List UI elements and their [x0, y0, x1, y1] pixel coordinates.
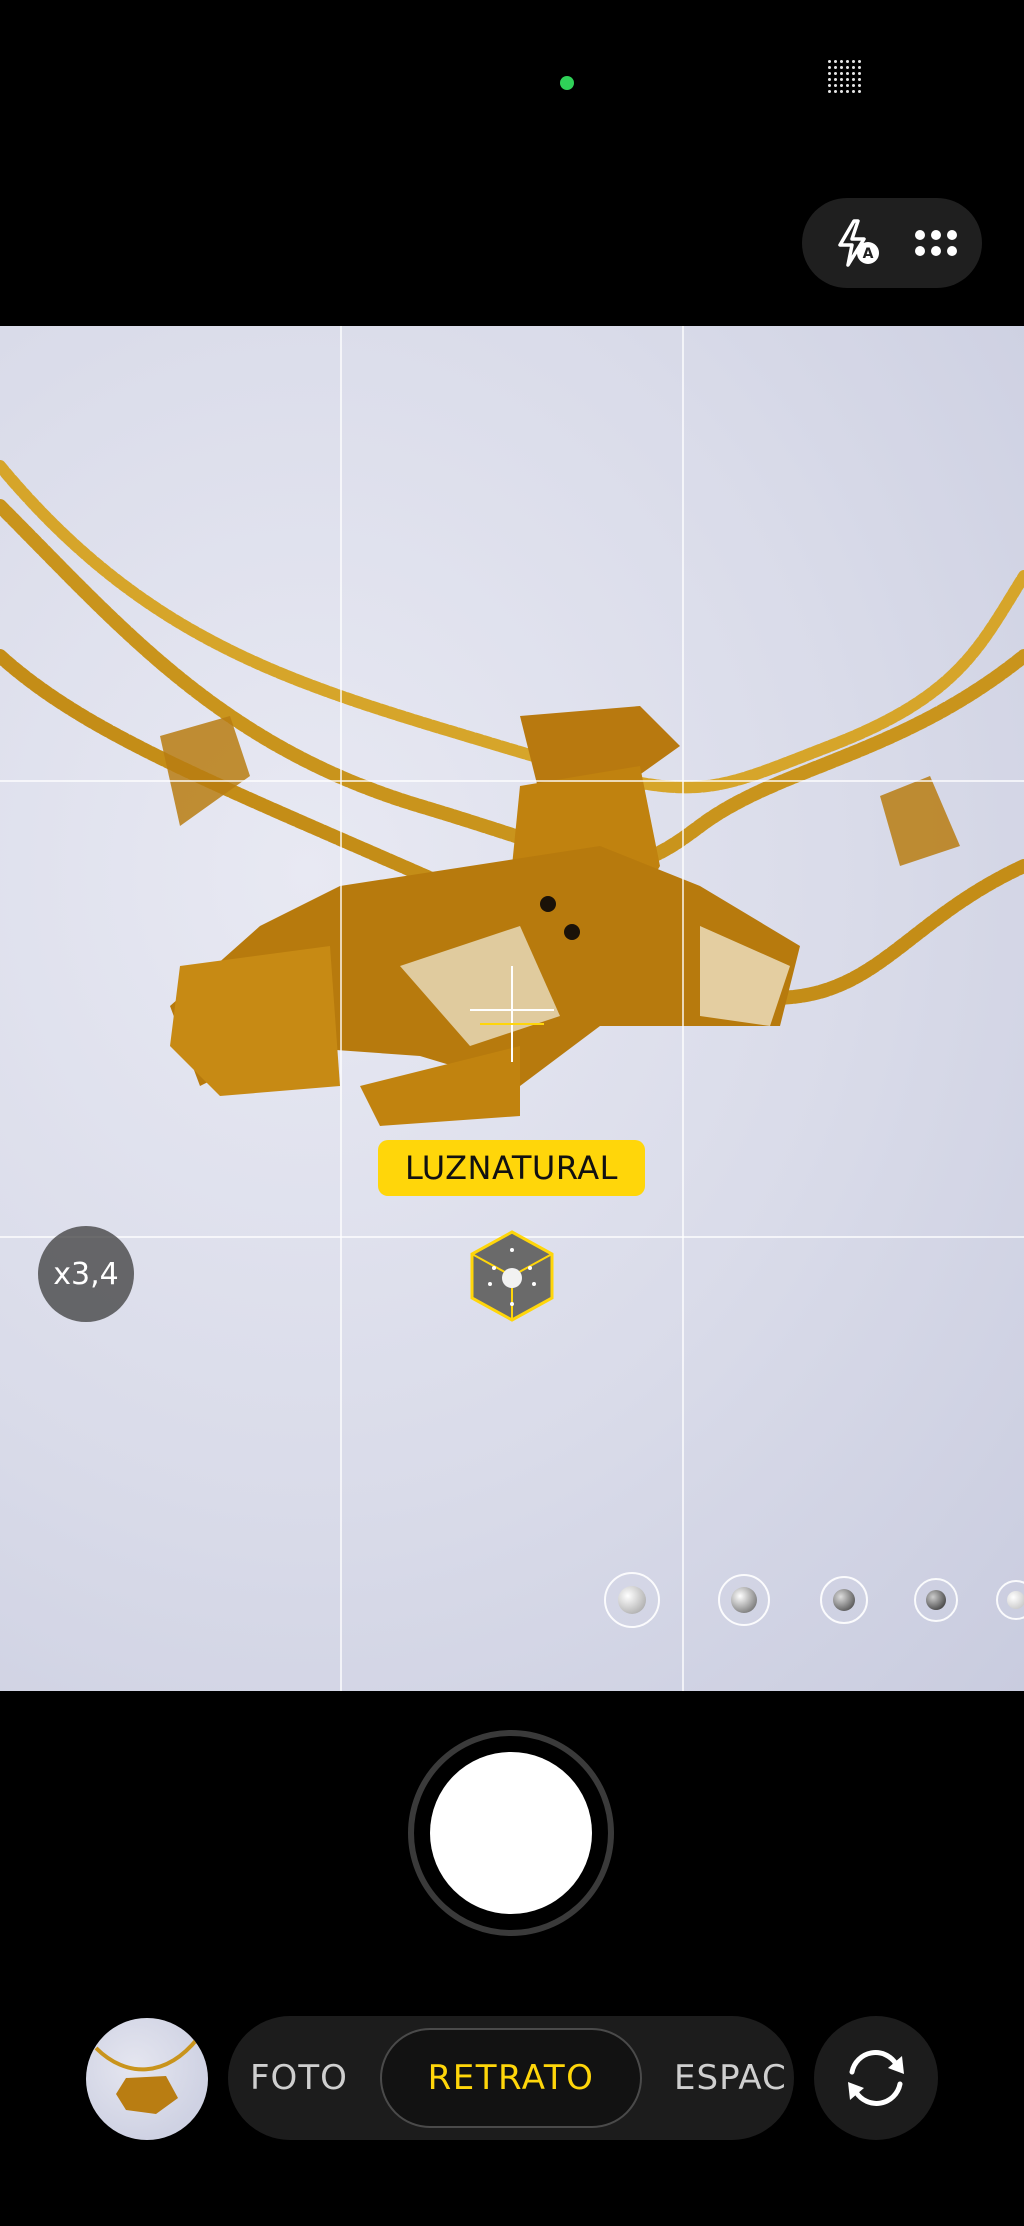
grid-dot — [840, 60, 843, 63]
mode-espacial[interactable]: ESPAC — [674, 2016, 787, 2140]
grid-dot — [846, 90, 849, 93]
camera-mode-selector: FOTO RETRATO ESPAC — [228, 2016, 794, 2140]
grid-dot — [852, 66, 855, 69]
grid-dot — [828, 72, 831, 75]
grid-dot — [828, 84, 831, 87]
thumbnail-image — [94, 2036, 200, 2114]
grid-dot — [840, 66, 843, 69]
grid-dot — [846, 60, 849, 63]
grid-dot — [834, 84, 837, 87]
grid-dot — [852, 84, 855, 87]
grid-dot — [840, 84, 843, 87]
more-dots-icon[interactable] — [908, 215, 964, 271]
flash-auto-icon[interactable]: A — [828, 215, 884, 271]
camera-in-use-indicator — [560, 76, 574, 90]
mode-espacial-label: ESPAC — [674, 2058, 787, 2098]
portrait-lighting-label: LUZ NATURAL — [378, 1140, 645, 1196]
grid-line — [340, 326, 342, 1691]
grid-dot — [834, 90, 837, 93]
grid-dot — [846, 84, 849, 87]
grid-dot — [852, 90, 855, 93]
grid-dot — [834, 66, 837, 69]
lighting-option-stage[interactable] — [820, 1576, 868, 1624]
light-label-text-1: LUZ — [405, 1149, 468, 1187]
switch-camera-icon[interactable] — [814, 2016, 938, 2140]
last-photo-thumbnail[interactable] — [86, 2018, 208, 2140]
grid-dot — [858, 90, 861, 93]
grid-dot — [828, 78, 831, 81]
grid-dot — [858, 72, 861, 75]
grid-dot — [840, 90, 843, 93]
zoom-level-text: x3,4 — [53, 1256, 119, 1292]
camera-viewfinder[interactable] — [0, 326, 1024, 1691]
grid-dot — [840, 78, 843, 81]
grid-dot — [858, 60, 861, 63]
zoom-level-button[interactable]: x3,4 — [38, 1226, 134, 1322]
grid-line — [0, 780, 1024, 782]
focus-reticle — [470, 966, 554, 1062]
lighting-option-studio[interactable] — [604, 1572, 660, 1628]
lighting-option-contour[interactable] — [718, 1574, 770, 1626]
grid-dot — [858, 66, 861, 69]
grid-dot — [852, 72, 855, 75]
grid-dot — [840, 72, 843, 75]
grid-dot — [852, 60, 855, 63]
shutter-button[interactable] — [408, 1730, 614, 1936]
grid-dot — [834, 78, 837, 81]
grid-dot — [846, 78, 849, 81]
grid-dot — [858, 84, 861, 87]
lighting-option-stage-mono[interactable] — [914, 1578, 958, 1622]
grid-dot — [828, 60, 831, 63]
grid-line — [682, 326, 684, 1691]
grid-dot — [828, 90, 831, 93]
grid-dot — [834, 72, 837, 75]
grid-dot — [846, 72, 849, 75]
grid-dot — [846, 66, 849, 69]
grid-dot — [834, 60, 837, 63]
light-label-text-2: NATURAL — [467, 1149, 618, 1187]
mode-foto[interactable]: FOTO — [250, 2016, 348, 2140]
mode-foto-label: FOTO — [250, 2058, 348, 2098]
grid-dot — [858, 78, 861, 81]
lighting-cube-icon[interactable] — [468, 1228, 556, 1324]
grid-dot — [828, 66, 831, 69]
svg-text:A: A — [863, 246, 874, 262]
mode-retrato-label: RETRATO — [427, 2058, 595, 2098]
grid-dot — [852, 78, 855, 81]
grid-dots-icon[interactable] — [828, 60, 864, 96]
shutter-inner — [430, 1752, 592, 1914]
mode-retrato[interactable]: RETRATO — [380, 2028, 642, 2128]
